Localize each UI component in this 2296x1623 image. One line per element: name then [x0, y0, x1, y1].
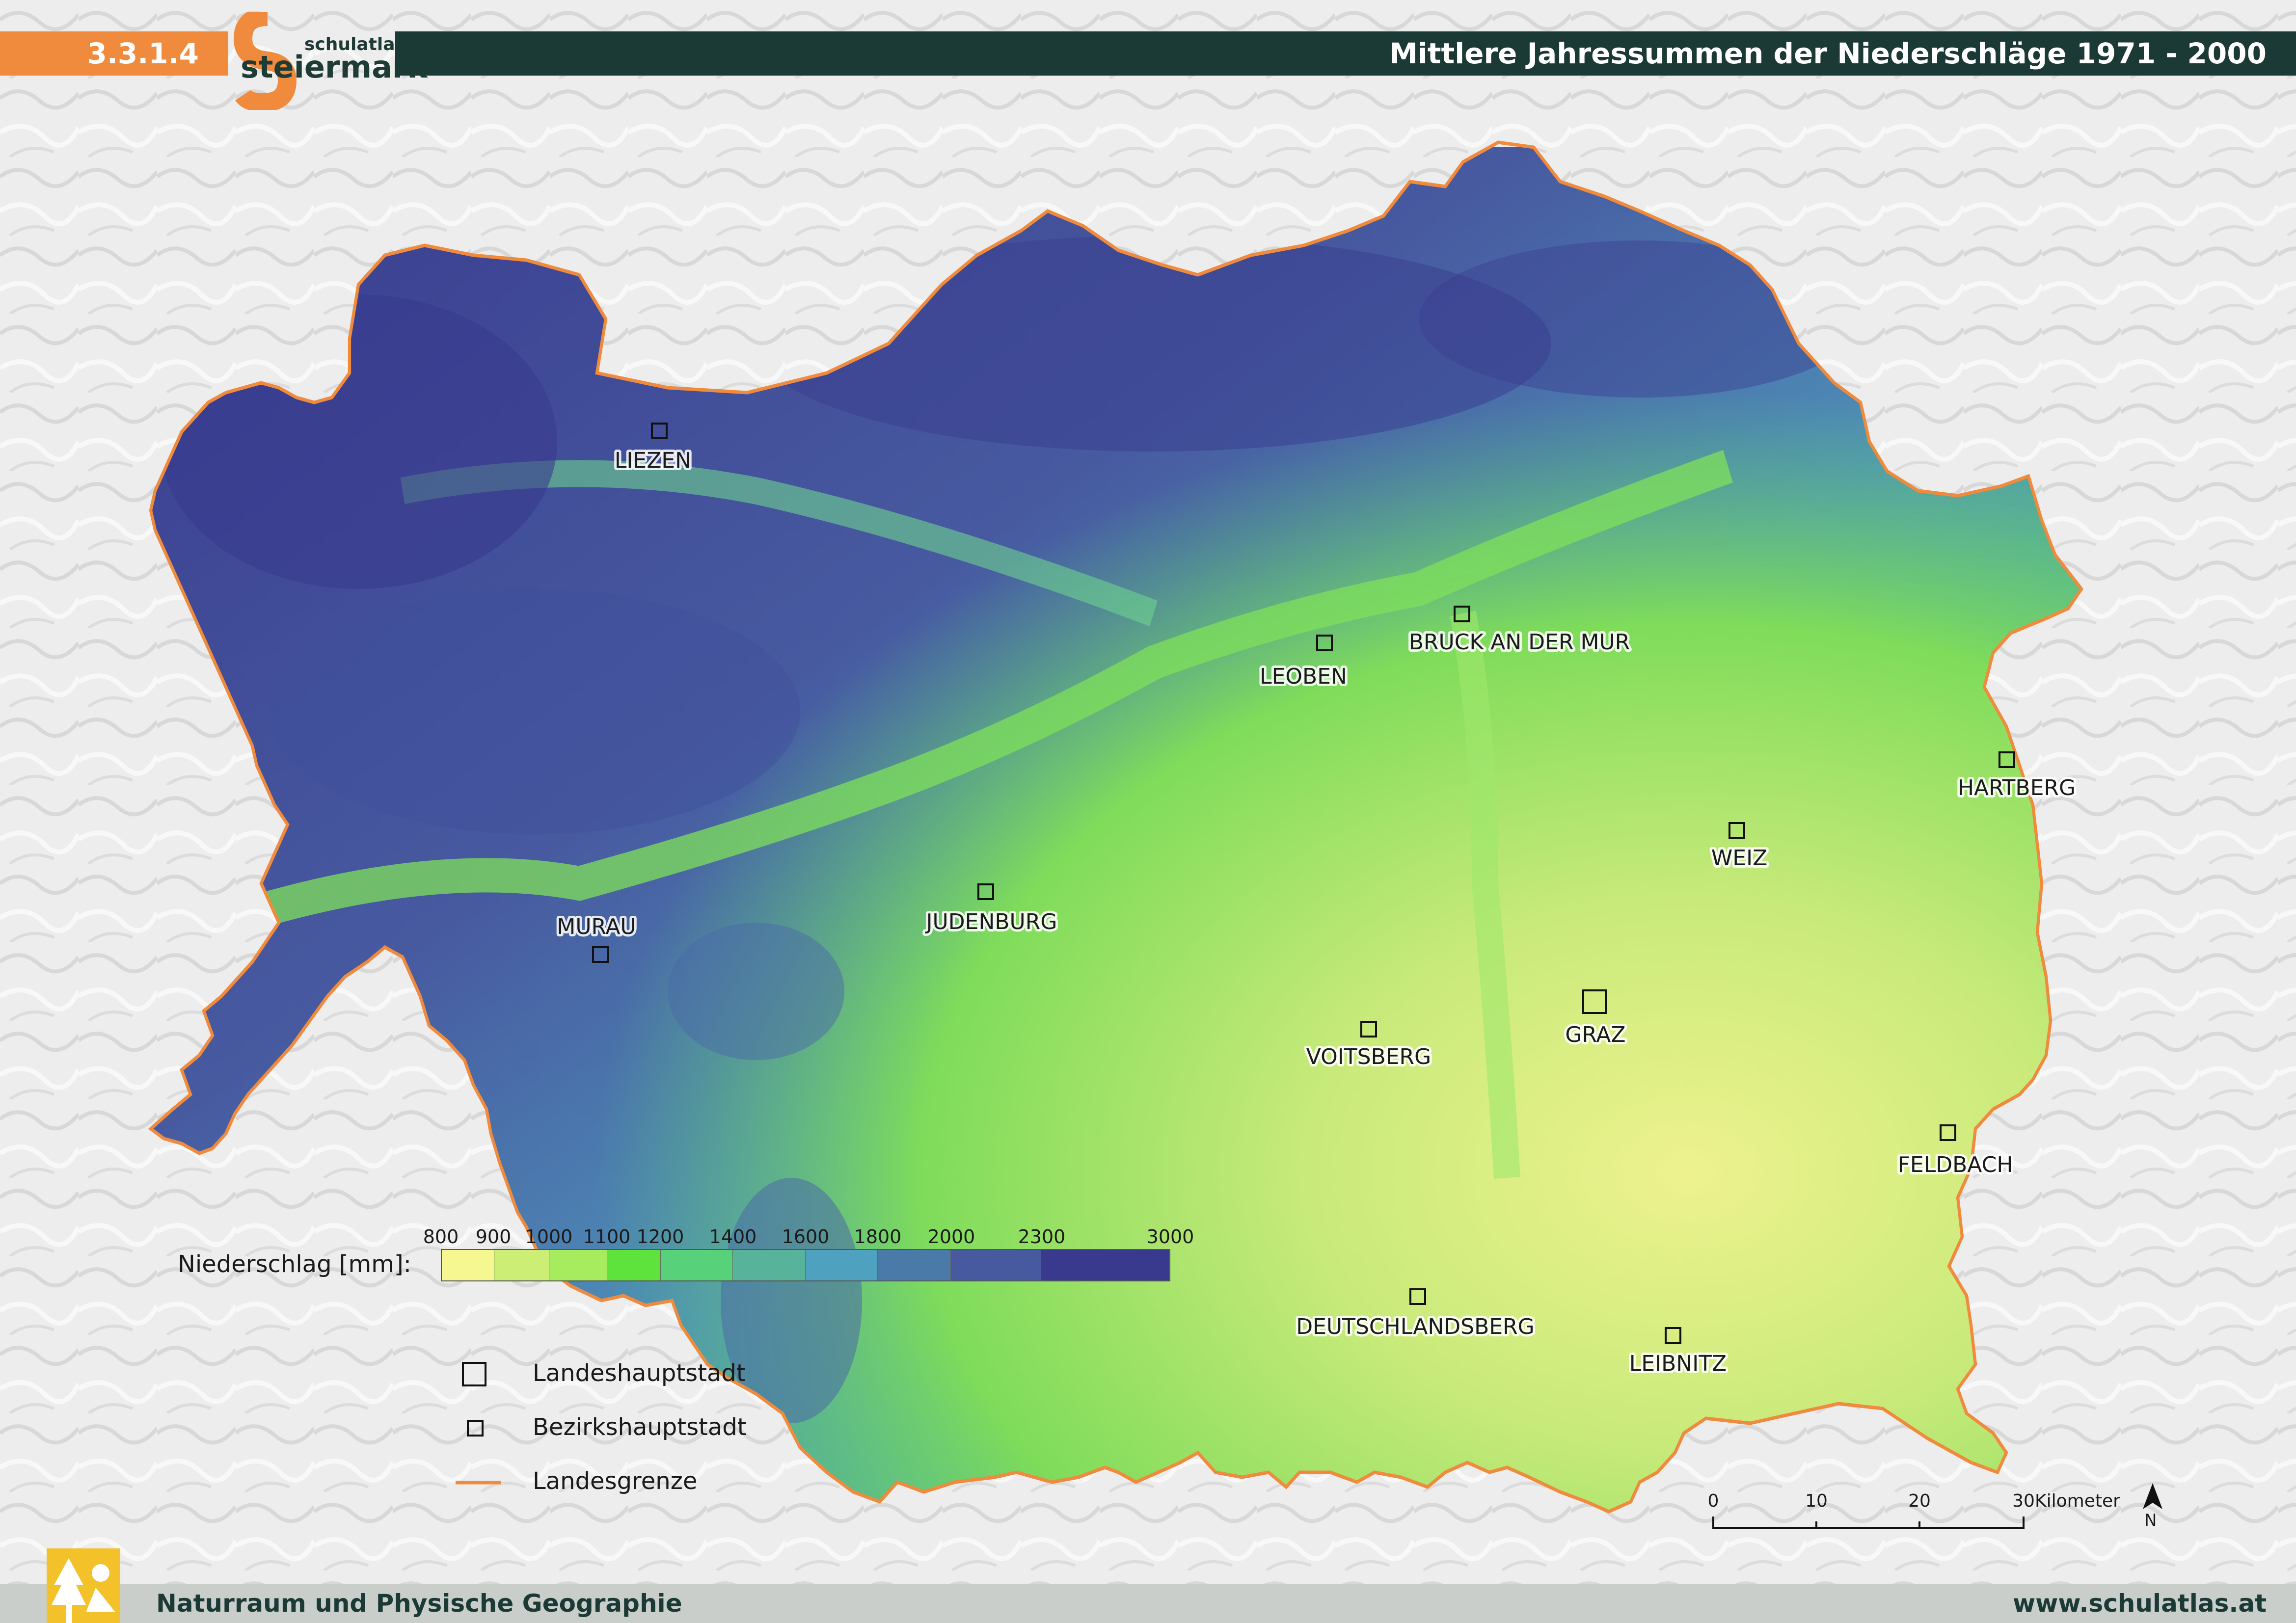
map-code: 3.3.1.4: [0, 31, 228, 76]
scale-bar: [1712, 1517, 2025, 1529]
legend-tick-label: 2000: [927, 1226, 975, 1248]
symbol-legend: [456, 1362, 501, 1485]
city-label-graz: GRAZ: [1565, 1022, 1625, 1047]
scale-label-10: 10: [1805, 1491, 1828, 1511]
legend-color-bar: [441, 1249, 1170, 1281]
city-label-weiz: WEIZ: [1711, 846, 1767, 871]
legend-large-square: [462, 1362, 486, 1386]
scale-label-20: 20: [1908, 1491, 1931, 1511]
legend-color-swatch: [607, 1250, 661, 1280]
precipitation-map: LIEZEN LEOBEN BRUCK AN DER MUR HARTBERG …: [148, 140, 2162, 1529]
north-label: N: [2144, 1511, 2157, 1530]
legend-label-bezirkshauptstadt: Bezirkshauptstadt: [533, 1413, 747, 1441]
city-label-feldbach: FELDBACH: [1898, 1152, 2013, 1177]
city-label-bruck: BRUCK AN DER MUR: [1409, 630, 1630, 655]
legend-color-swatch: [442, 1250, 494, 1280]
footer-website[interactable]: www.schulatlas.at: [2013, 1584, 2267, 1623]
legend-color-swatch: [806, 1250, 878, 1280]
legend-label-landesgrenze: Landesgrenze: [533, 1467, 698, 1495]
legend-color-swatch: [549, 1250, 608, 1280]
legend-color-swatch: [733, 1250, 806, 1280]
city-label-murau: MURAU: [557, 914, 636, 939]
scale-label-0: 0: [1707, 1491, 1719, 1511]
legend-color-swatch: [660, 1250, 733, 1280]
city-label-deutschlandsberg: DEUTSCHLANDSBERG: [1296, 1314, 1535, 1339]
legend-tick-label: 1800: [854, 1226, 902, 1248]
nature-topic-icon: [47, 1548, 120, 1623]
legend-tick-label: 1600: [782, 1226, 830, 1248]
city-label-liezen: LIEZEN: [615, 448, 691, 473]
legend-label-landeshauptstadt: Landeshauptstadt: [533, 1359, 746, 1387]
legend-tick-label: 1200: [636, 1226, 684, 1248]
legend-title: Niederschlag [mm]:: [178, 1251, 411, 1278]
legend-tick-label: 1000: [525, 1226, 573, 1248]
legend-tick-label: 2300: [1018, 1226, 1066, 1248]
city-label-judenburg: JUDENBURG: [925, 909, 1057, 934]
legend-tick-label: 1100: [583, 1226, 631, 1248]
scale-unit: Kilometer: [2035, 1491, 2120, 1511]
city-label-leibnitz: LEIBNITZ: [1629, 1351, 1727, 1376]
city-label-voitsberg: VOITSBERG: [1306, 1044, 1431, 1069]
map-title: Mittlere Jahressummen der Niederschläge …: [1389, 37, 2267, 70]
footer-topic: Naturraum und Physische Geographie: [156, 1589, 682, 1618]
scale-label-30: 30: [2012, 1491, 2035, 1511]
legend-small-square: [467, 1420, 484, 1437]
legend-color-swatch: [951, 1250, 1041, 1280]
legend-color-swatch: [494, 1250, 550, 1280]
north-arrow-icon: [2143, 1483, 2162, 1509]
legend-color-swatch: [1041, 1250, 1170, 1280]
legend-tick-label: 1400: [709, 1226, 757, 1248]
legend-tick-label: 900: [475, 1226, 512, 1248]
legend-tick-label: 800: [423, 1226, 459, 1248]
city-label-leoben: LEOBEN: [1260, 664, 1347, 689]
legend-color-swatch: [877, 1250, 951, 1280]
city-label-hartberg: HARTBERG: [1958, 775, 2076, 800]
legend-tick-label: 3000: [1146, 1226, 1194, 1248]
